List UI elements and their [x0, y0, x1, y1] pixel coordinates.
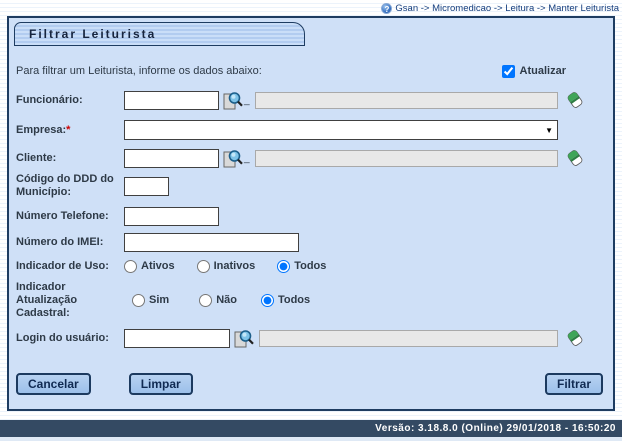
filtrar-button[interactable]: Filtrar [545, 373, 603, 395]
cliente-nome-field [255, 150, 558, 167]
page-title: Filtrar Leiturista [14, 22, 305, 46]
telefone-input[interactable] [124, 207, 219, 226]
version-text: Versão: 3.18.8.0 (Online) 29/01/2018 - 1… [375, 423, 616, 434]
atualizacao-todos-label: Todos [278, 294, 310, 306]
empresa-select[interactable]: ▼ [124, 120, 558, 140]
funcionario-nome-field [255, 92, 558, 109]
clear-funcionario-button[interactable] [567, 91, 583, 109]
intro-text: Para filtrar um Leiturista, informe os d… [16, 65, 262, 77]
indicador-uso-radio-group: Ativos Inativos Todos [124, 260, 348, 273]
indicador-uso-label: Indicador de Uso: [16, 260, 124, 273]
uso-todos-label: Todos [294, 260, 326, 272]
login-label: Login do usuário: [16, 332, 124, 345]
empresa-label: Empresa:* [16, 124, 124, 137]
uso-todos-radio[interactable] [277, 260, 290, 273]
help-icon[interactable]: ? [381, 3, 392, 14]
filter-panel: Filtrar Leiturista Para filtrar um Leitu… [7, 16, 615, 411]
breadcrumb: ? Gsan -> Micromedicao -> Leitura -> Man… [381, 2, 619, 15]
chevron-down-icon: ▼ [545, 126, 553, 135]
indicador-atualizacao-label: Indicador Atualização Cadastral: [16, 281, 124, 320]
clear-login-button[interactable] [567, 329, 583, 347]
page-title-label: Filtrar Leiturista [29, 27, 156, 41]
atualizacao-sim-radio[interactable] [132, 294, 145, 307]
telefone-label: Número Telefone: [16, 210, 124, 223]
cliente-label: Cliente: [16, 152, 124, 165]
limpar-button[interactable]: Limpar [129, 373, 193, 395]
eraser-icon [567, 91, 583, 109]
atualizacao-todos-radio[interactable] [261, 294, 274, 307]
ddd-input[interactable] [124, 177, 169, 196]
search-icon [222, 91, 243, 110]
uso-inativos-radio[interactable] [197, 260, 210, 273]
empresa-label-text: Empresa: [16, 124, 66, 136]
search-funcionario-button[interactable] [222, 91, 243, 110]
cancelar-button[interactable]: Cancelar [16, 373, 91, 395]
breadcrumb-path: Gsan -> Micromedicao -> Leitura -> Mante… [395, 3, 619, 14]
version-bar: Versão: 3.18.8.0 (Online) 29/01/2018 - 1… [0, 420, 622, 437]
atualizar-label: Atualizar [520, 65, 566, 77]
indicador-atualizacao-radio-group: Sim Não Todos [132, 294, 332, 307]
footer-strip [0, 437, 622, 441]
search-underscore: _ [244, 95, 250, 106]
uso-inativos-label: Inativos [214, 260, 256, 272]
search-login-button[interactable] [233, 329, 254, 348]
uso-ativos-radio[interactable] [124, 260, 137, 273]
ddd-label: Código do DDD do Município: [16, 173, 124, 199]
login-input[interactable] [124, 329, 230, 348]
funcionario-label: Funcionário: [16, 94, 124, 107]
imei-input[interactable] [124, 233, 299, 252]
required-marker: * [66, 124, 70, 136]
eraser-icon [567, 149, 583, 167]
atualizacao-nao-label: Não [216, 294, 237, 306]
atualizacao-sim-label: Sim [149, 294, 169, 306]
clear-cliente-button[interactable] [567, 149, 583, 167]
cliente-input[interactable] [124, 149, 219, 168]
search-icon [233, 329, 254, 348]
search-cliente-button[interactable] [222, 149, 243, 168]
login-nome-field [259, 330, 558, 347]
atualizacao-nao-radio[interactable] [199, 294, 212, 307]
eraser-icon [567, 329, 583, 347]
funcionario-input[interactable] [124, 91, 219, 110]
search-icon [222, 149, 243, 168]
search-underscore: _ [244, 153, 250, 164]
imei-label: Número do IMEI: [16, 236, 124, 249]
uso-ativos-label: Ativos [141, 260, 175, 272]
atualizar-checkbox[interactable] [502, 65, 515, 78]
